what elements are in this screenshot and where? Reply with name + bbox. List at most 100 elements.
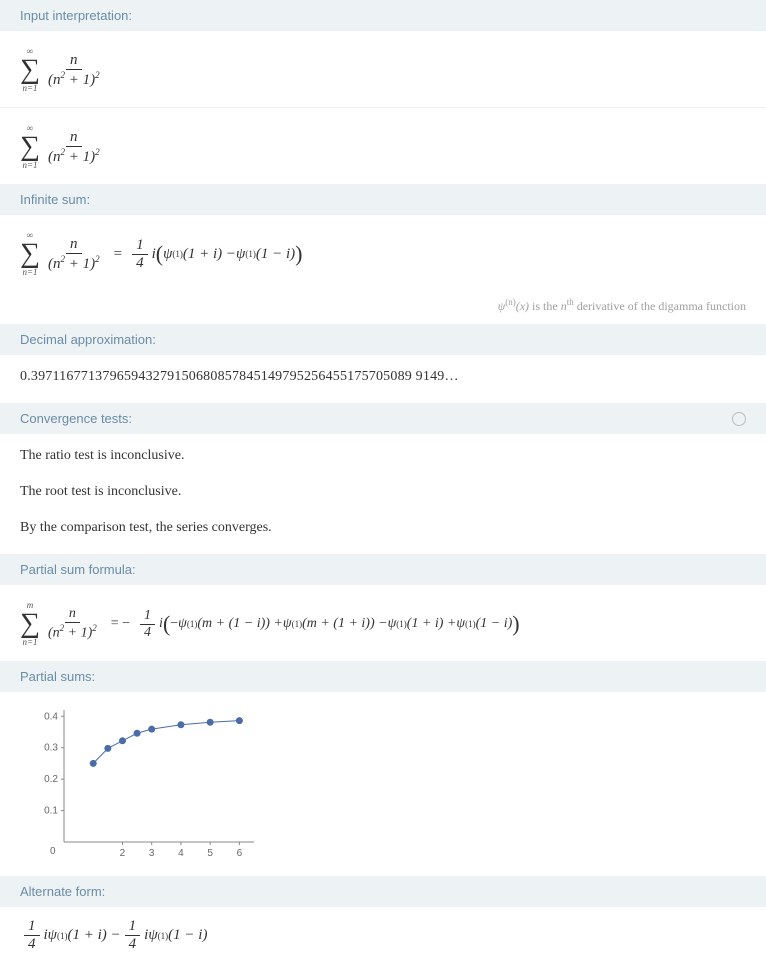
minus: −: [170, 616, 178, 632]
sigma-operator: ∞ ∑ n=1: [20, 124, 40, 170]
left-paren: (: [156, 241, 163, 267]
numerator: n: [66, 236, 82, 254]
section-title: Convergence tests:: [20, 411, 132, 426]
sigma-icon: ∑: [20, 610, 40, 638]
psi-order-n: (n): [505, 297, 516, 307]
sum-lower: n=1: [22, 161, 37, 170]
psi-arg: (m + (1 − i)) +: [197, 616, 283, 632]
ratio-test: The ratio test is inconclusive.: [20, 444, 746, 468]
section-title: Partial sums:: [20, 669, 95, 684]
denominator: (n2 + 1)2: [44, 70, 104, 89]
numerator: n: [66, 52, 82, 70]
decimal-value: 0.39711677137965943279150680857845149795…: [20, 365, 746, 389]
alternate-form-block: 1 4 i ψ(1)(1 + i) − 1 4 i ψ(1)(1 − i): [0, 907, 766, 967]
footnote-is: is the: [529, 299, 561, 313]
partial-formula-expr: m ∑ n=1 n (n2 + 1)2 = − 1 4 i ( − ψ(1)(m…: [20, 601, 520, 647]
denominator: (n2 + 1)2: [44, 623, 101, 642]
psi-symbol: ψ: [163, 246, 172, 263]
psi-order: (1): [396, 619, 407, 629]
psi-arg-2: (1 − i): [256, 246, 295, 263]
numerator: n: [65, 606, 80, 623]
psi-arg-x: (x): [516, 299, 529, 313]
root-test: The root test is inconclusive.: [20, 480, 746, 504]
sigma-operator: m ∑ n=1: [20, 601, 40, 647]
summand-fraction: n (n2 + 1)2: [44, 606, 101, 642]
section-title: Partial sum formula:: [20, 562, 136, 577]
left-paren: (: [163, 611, 170, 637]
psi-arg: (1 + i) −: [68, 927, 121, 944]
sigma-icon: ∑: [20, 240, 40, 268]
partial-sums-chart: 0.10.20.30.4023456: [24, 702, 264, 862]
equals: =: [114, 246, 122, 263]
section-header-decimal: Decimal approximation:: [0, 324, 766, 355]
input-interpretation-block-1: ∞ ∑ n=1 n (n2 + 1)2: [0, 31, 766, 107]
psi-order: (1): [172, 249, 183, 259]
sum-lower: n=1: [22, 268, 37, 277]
coef-den: 4: [140, 625, 155, 641]
summand-fraction: n (n2 + 1)2: [44, 52, 104, 89]
one-fourth: 1 4: [132, 237, 148, 272]
coef-num: 1: [132, 237, 148, 255]
comparison-test: By the comparison test, the series conve…: [20, 516, 746, 540]
psi-symbol: ψ: [283, 616, 292, 632]
summand-fraction: n (n2 + 1)2: [44, 129, 104, 166]
psi-symbol: ψ: [48, 927, 57, 944]
svg-text:3: 3: [149, 848, 155, 859]
psi-arg: (1 − i): [476, 616, 513, 632]
svg-text:2: 2: [120, 848, 126, 859]
psi-order: (1): [57, 931, 68, 941]
section-header-partial-formula: Partial sum formula:: [0, 554, 766, 585]
coef-den: 4: [132, 255, 148, 272]
coef-den: 4: [24, 936, 40, 953]
help-icon[interactable]: [732, 412, 746, 426]
sigma-operator: ∞ ∑ n=1: [20, 231, 40, 277]
convergence-block: The ratio test is inconclusive. The root…: [0, 434, 766, 554]
sigma-icon: ∑: [20, 56, 40, 84]
psi-arg: (1 + i) +: [407, 616, 457, 632]
psi-arg-1: (1 + i) −: [183, 246, 236, 263]
psi-symbol: ψ: [148, 927, 157, 944]
coef-num: 1: [125, 918, 141, 936]
section-header-alternate: Alternate form:: [0, 876, 766, 907]
svg-text:4: 4: [178, 848, 184, 859]
one-fourth: 1 4: [140, 608, 155, 641]
sum-lower: n=1: [22, 84, 37, 93]
section-header-convergence: Convergence tests:: [0, 403, 766, 434]
psi-symbol: ψ: [456, 616, 465, 632]
section-title: Alternate form:: [20, 884, 105, 899]
footnote-rest: derivative of the digamma function: [574, 299, 746, 313]
svg-text:0.3: 0.3: [44, 743, 58, 754]
psi-symbol: ψ: [388, 616, 397, 632]
alternate-form-expr: 1 4 i ψ(1)(1 + i) − 1 4 i ψ(1)(1 − i): [20, 918, 207, 953]
psi-symbol: ψ: [236, 246, 245, 263]
coef-den: 4: [125, 936, 141, 953]
svg-text:0.4: 0.4: [44, 711, 58, 722]
psi-symbol: ψ: [178, 616, 187, 632]
coef-num: 1: [140, 608, 155, 625]
footnote-th: th: [567, 297, 574, 307]
section-header-infinite-sum: Infinite sum:: [0, 184, 766, 215]
psi-order: (1): [245, 249, 256, 259]
sum-lower: n=1: [22, 638, 37, 647]
right-paren: ): [295, 241, 302, 267]
psi-order: (1): [465, 619, 476, 629]
partial-formula-block: m ∑ n=1 n (n2 + 1)2 = − 1 4 i ( − ψ(1)(m…: [0, 585, 766, 661]
sigma-icon: ∑: [20, 133, 40, 161]
section-title: Infinite sum:: [20, 192, 90, 207]
psi-order: (1): [187, 619, 198, 629]
summation-expr: ∞ ∑ n=1 n (n2 + 1)2: [20, 47, 108, 93]
one-fourth: 1 4: [125, 918, 141, 953]
psi-arg: (m + (1 + i)) −: [302, 616, 388, 632]
right-paren: ): [512, 611, 519, 637]
input-interpretation-block-2: ∞ ∑ n=1 n (n2 + 1)2: [0, 107, 766, 184]
section-title: Decimal approximation:: [20, 332, 156, 347]
denominator: (n2 + 1)2: [44, 147, 104, 166]
psi-order: (1): [292, 619, 303, 629]
summand-fraction: n (n2 + 1)2: [44, 236, 104, 273]
numerator: n: [66, 129, 82, 147]
psi-order: (1): [158, 931, 169, 941]
svg-text:6: 6: [237, 848, 243, 859]
infinite-sum-block: ∞ ∑ n=1 n (n2 + 1)2 = 1 4 i ( ψ(1)(1 + i…: [0, 215, 766, 291]
coef-num: 1: [24, 918, 40, 936]
sigma-operator: ∞ ∑ n=1: [20, 47, 40, 93]
